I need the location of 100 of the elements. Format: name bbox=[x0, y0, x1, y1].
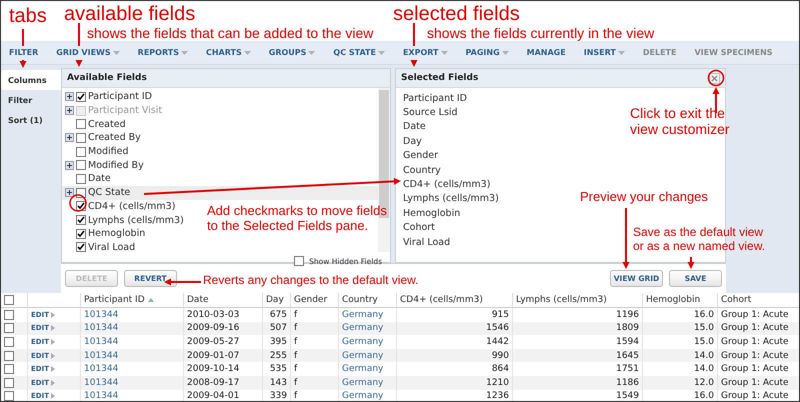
toolbar-menu[interactable]: GRID VIEWS bbox=[52, 48, 126, 57]
checkbox[interactable] bbox=[4, 323, 14, 334]
field-label[interactable]: QC State bbox=[88, 187, 130, 198]
highlight-circle bbox=[708, 70, 724, 86]
field-label[interactable]: Created By bbox=[88, 132, 141, 144]
table-cell: Group 1: Acute bbox=[721, 310, 789, 320]
checkbox[interactable] bbox=[4, 378, 14, 388]
toolbar-menu[interactable]: PAGING bbox=[462, 48, 515, 57]
toolbar-menu[interactable]: REPORTS bbox=[134, 48, 194, 57]
checkbox[interactable] bbox=[76, 174, 86, 184]
checkbox[interactable] bbox=[4, 350, 14, 361]
checkbox[interactable] bbox=[76, 228, 86, 239]
table-cell: 255 bbox=[270, 350, 287, 361]
field-label[interactable]: Lymphs (cells/mm3) bbox=[88, 214, 184, 226]
caret-icon bbox=[378, 50, 385, 54]
checkbox[interactable] bbox=[294, 256, 304, 266]
table-cell: 2009-01-07 bbox=[187, 350, 240, 361]
table-cell: 675 bbox=[270, 310, 287, 320]
checkbox[interactable] bbox=[4, 310, 14, 320]
field-label[interactable]: Hemoglobin bbox=[88, 228, 146, 240]
annotation-text: available fields bbox=[64, 3, 196, 26]
annotation-text: Reverts any changes to the default view. bbox=[203, 274, 418, 288]
field-label[interactable]: Modified bbox=[88, 146, 129, 158]
table-cell: 15.0 bbox=[694, 323, 714, 334]
tab[interactable]: Sort (1) bbox=[1, 110, 61, 130]
annotation-text: selected fields bbox=[393, 3, 520, 26]
table-cell: 2008-09-17 bbox=[187, 378, 240, 388]
tab[interactable]: Filter bbox=[1, 90, 61, 110]
table-cell: 1809 bbox=[616, 323, 639, 334]
checkbox[interactable] bbox=[76, 119, 86, 130]
toolbar-menu[interactable]: FILTER bbox=[5, 48, 44, 57]
field-label[interactable]: Gender bbox=[403, 150, 438, 162]
table-cell: Group 1: Acute bbox=[721, 350, 789, 361]
table-link[interactable]: 101344 bbox=[84, 364, 118, 374]
field-label[interactable]: Cohort bbox=[403, 222, 435, 234]
caret-icon bbox=[502, 50, 509, 54]
checkbox[interactable] bbox=[4, 364, 14, 374]
field-label[interactable]: Lymphs (cells/mm3) bbox=[403, 193, 499, 204]
table-cell: 1594 bbox=[616, 336, 639, 347]
table-cell: 2009-05-27 bbox=[187, 336, 240, 347]
checkbox[interactable] bbox=[76, 215, 86, 226]
checkbox[interactable] bbox=[4, 336, 14, 347]
caret-icon bbox=[50, 338, 55, 345]
field-label[interactable]: Modified By bbox=[88, 160, 144, 171]
tab[interactable]: Columns bbox=[1, 70, 61, 90]
table-cell: f bbox=[294, 364, 298, 374]
table-cell: 15.0 bbox=[694, 336, 714, 347]
field-label[interactable]: Participant ID bbox=[88, 91, 152, 102]
table-link[interactable]: Germany bbox=[342, 391, 384, 401]
toolbar-menu[interactable]: QC STATE bbox=[329, 48, 391, 57]
table-cell: 16.0 bbox=[694, 310, 714, 320]
field-label[interactable]: Country bbox=[403, 164, 441, 176]
caret-icon bbox=[180, 50, 188, 54]
table-cell: 915 bbox=[492, 310, 509, 320]
checkbox[interactable] bbox=[4, 295, 14, 305]
checkbox[interactable] bbox=[76, 160, 86, 170]
field-label[interactable]: Viral Load bbox=[88, 242, 136, 253]
field-label[interactable]: Date bbox=[88, 173, 111, 184]
table-link[interactable]: Germany bbox=[342, 336, 384, 347]
annotation-text: Preview your changes bbox=[580, 190, 708, 205]
checkbox[interactable] bbox=[76, 242, 86, 252]
toolbar-menu[interactable]: GROUPS bbox=[264, 48, 322, 57]
table-cell: 990 bbox=[492, 350, 509, 361]
checkbox[interactable] bbox=[4, 391, 14, 401]
checkbox[interactable] bbox=[76, 146, 86, 157]
table-cell: 1442 bbox=[486, 336, 509, 347]
sort-ascending-icon bbox=[148, 298, 154, 302]
expand-icon[interactable] bbox=[65, 92, 74, 102]
table-cell: Group 1: Acute bbox=[721, 364, 789, 374]
table-link[interactable]: 101344 bbox=[84, 310, 118, 320]
highlight-circle bbox=[69, 194, 87, 212]
toolbar-menu[interactable]: CHARTS bbox=[202, 48, 257, 57]
field-label[interactable]: Participant ID bbox=[403, 92, 467, 104]
toolbar-menu[interactable]: MANAGE bbox=[522, 48, 572, 57]
caret-icon bbox=[50, 352, 55, 359]
expand-icon[interactable] bbox=[65, 133, 74, 142]
annotation-text: shows the fields that can be added to the view bbox=[87, 25, 374, 42]
field-label[interactable]: Day bbox=[403, 136, 422, 147]
table-link[interactable]: 101344 bbox=[84, 336, 118, 347]
expand-icon[interactable] bbox=[65, 160, 74, 170]
field-label[interactable]: CD4+ (cells/mm3) bbox=[403, 179, 490, 190]
table-link[interactable]: Germany bbox=[342, 364, 384, 374]
caret-icon bbox=[112, 50, 120, 54]
caret-icon bbox=[308, 50, 316, 54]
expand-icon[interactable] bbox=[65, 188, 74, 198]
checkbox[interactable] bbox=[76, 132, 86, 143]
caret-icon bbox=[618, 50, 625, 54]
field-label[interactable]: Date bbox=[403, 121, 426, 132]
toolbar-menu[interactable]: EXPORT bbox=[398, 48, 454, 57]
table-link[interactable]: 101344 bbox=[84, 391, 118, 401]
checkmark-icon bbox=[77, 92, 85, 101]
table-link[interactable]: Germany bbox=[342, 310, 384, 320]
field-label[interactable]: Source Lsid bbox=[403, 107, 458, 118]
toolbar-menu[interactable]: INSERT bbox=[580, 48, 631, 57]
checkbox[interactable] bbox=[76, 92, 86, 102]
field-label[interactable]: Hemoglobin bbox=[403, 208, 460, 219]
table-cell: 14.0 bbox=[694, 350, 714, 361]
field-label[interactable]: CD4+ (cells/mm3) bbox=[88, 200, 176, 212]
field-label[interactable]: Viral Load bbox=[403, 236, 450, 248]
field-label[interactable]: Created bbox=[88, 118, 126, 130]
